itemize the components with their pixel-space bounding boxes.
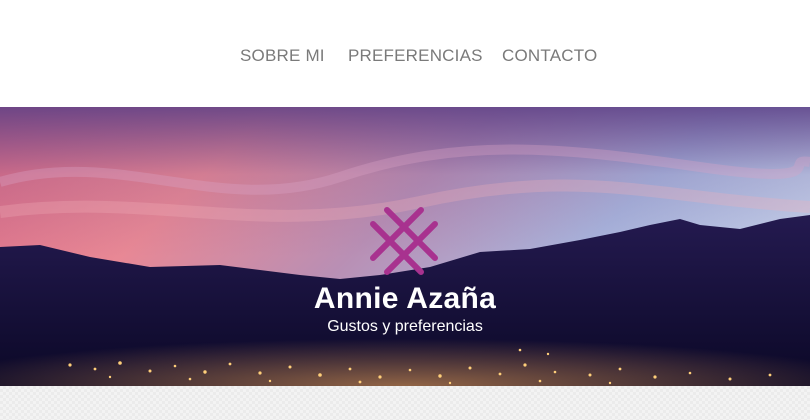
top-navigation: SOBRE MI PREFERENCIAS CONTACTO: [0, 0, 810, 107]
nav-link-preferencias[interactable]: PREFERENCIAS: [348, 46, 483, 66]
patterned-background-strip: [0, 386, 810, 420]
nav-link-sobre-mi[interactable]: SOBRE MI: [240, 46, 325, 66]
hero-banner: Annie Azaña Gustos y preferencias: [0, 107, 810, 386]
hero-subtitle: Gustos y preferencias: [327, 318, 483, 335]
hero-title: Annie Azaña: [313, 282, 497, 315]
crossed-lines-logo-icon: [369, 206, 439, 276]
nav-link-contacto[interactable]: CONTACTO: [502, 46, 597, 66]
